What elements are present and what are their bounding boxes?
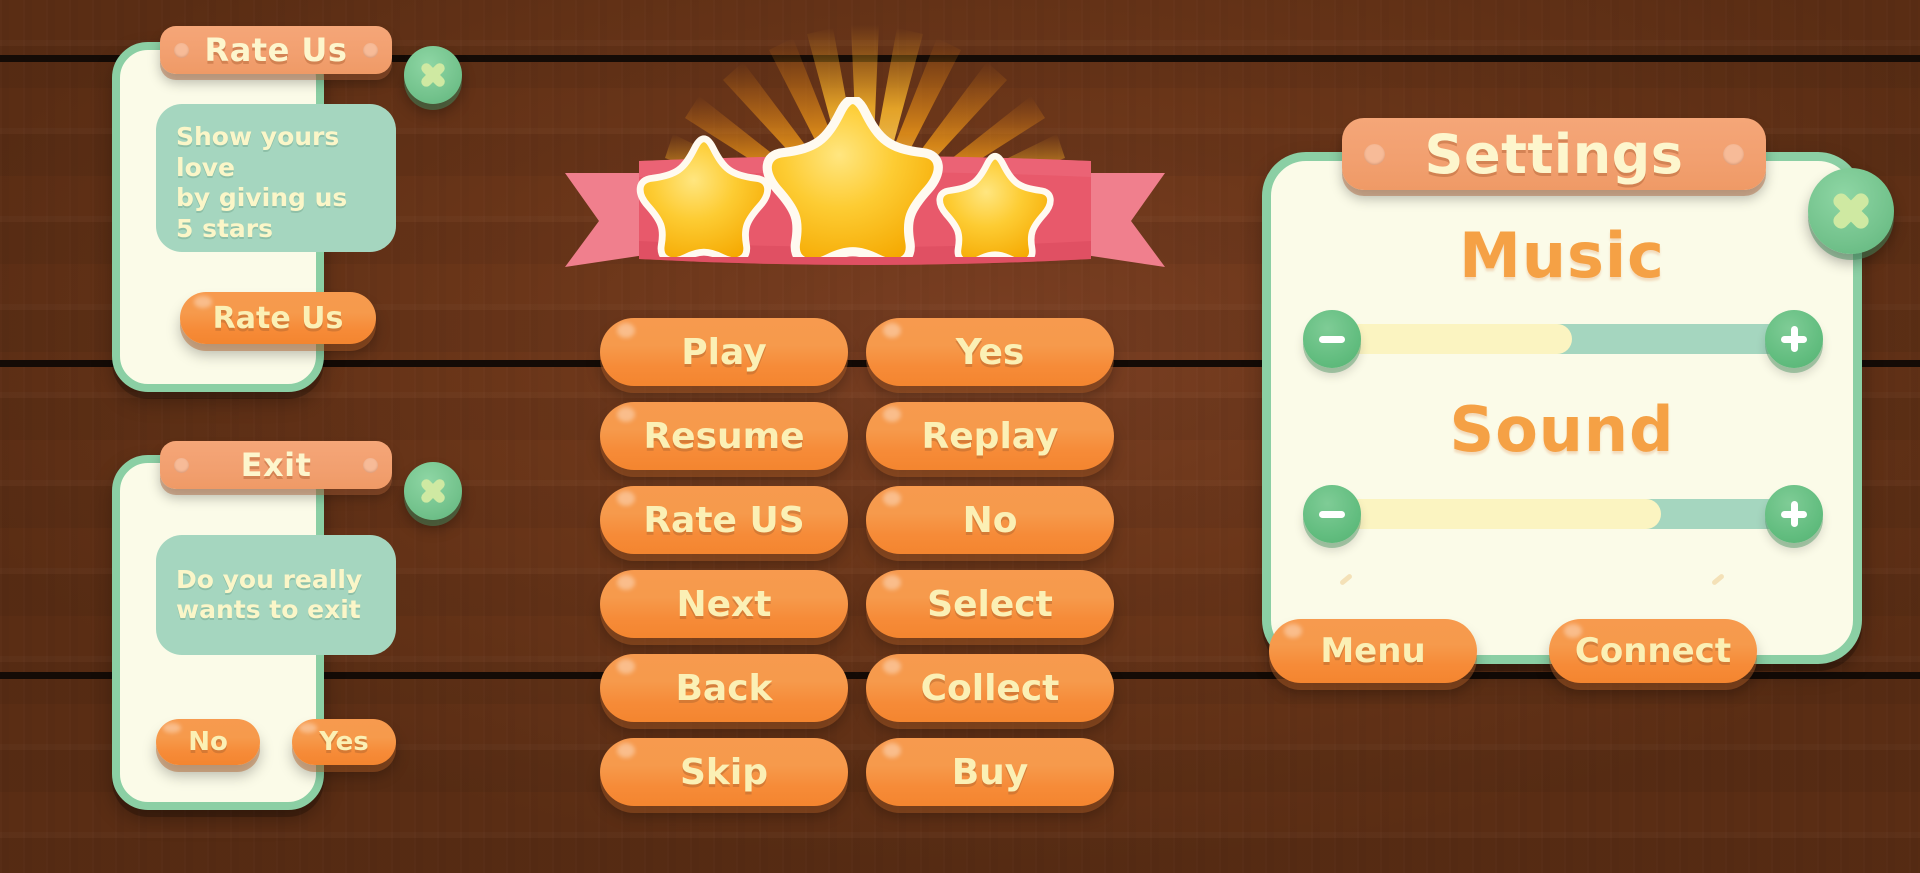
button-collect-label: Collect [920, 667, 1060, 709]
music-slider[interactable] [1303, 310, 1823, 368]
button-buy-label: Buy [951, 751, 1029, 793]
sound-increase-button[interactable] [1765, 485, 1823, 543]
rate-us-message-line-3: 5 stars [176, 213, 274, 243]
exit-title-plate: Exit [160, 441, 392, 489]
rate-us-action-button[interactable]: Rate Us [180, 292, 376, 344]
decorative-tick-right [1711, 573, 1725, 586]
button-no[interactable]: No [866, 486, 1114, 554]
rate-us-action-label: Rate Us [212, 300, 344, 336]
button-rate-us-label: Rate US [643, 499, 805, 541]
exit-yes-label: Yes [319, 727, 369, 757]
music-decrease-button[interactable] [1303, 310, 1361, 368]
settings-panel: Music Sound Menu Connect [1262, 152, 1862, 683]
button-back-label: Back [675, 667, 773, 709]
exit-message-line-2: wants to exit [176, 595, 361, 624]
close-x-icon [416, 58, 450, 92]
button-replay-label: Replay [921, 415, 1059, 457]
decorative-tick-left [1339, 573, 1353, 586]
settings-menu-button[interactable]: Menu [1269, 619, 1477, 683]
button-yes-label: Yes [955, 331, 1025, 373]
star-icon-1 [636, 135, 771, 257]
plate-rivet-left [174, 43, 189, 58]
settings-connect-label: Connect [1574, 631, 1732, 671]
exit-yes-button[interactable]: Yes [292, 719, 396, 765]
sound-slider-fill [1341, 499, 1661, 529]
sound-slider-track[interactable] [1341, 499, 1785, 529]
settings-close-button[interactable] [1808, 168, 1894, 254]
exit-message-line-1: Do you really [176, 564, 363, 594]
plate-rivet-right [363, 43, 378, 58]
close-x-icon [1826, 186, 1876, 236]
button-grid: Play Yes Resume Replay Rate US No Next S… [600, 318, 1114, 806]
exit-message: Do you really wants to exit [156, 535, 396, 655]
plus-icon-vertical [1790, 326, 1798, 352]
exit-title: Exit [240, 446, 312, 484]
plus-icon-vertical [1790, 501, 1798, 527]
exit-close-button[interactable] [404, 462, 462, 520]
button-yes[interactable]: Yes [866, 318, 1114, 386]
sound-decrease-button[interactable] [1303, 485, 1361, 543]
button-resume-label: Resume [643, 415, 805, 457]
settings-title-plate: Settings [1342, 118, 1766, 190]
settings-menu-label: Menu [1320, 631, 1426, 671]
rate-us-message-line-1: Show yours love [176, 122, 340, 182]
button-skip[interactable]: Skip [600, 738, 848, 806]
exit-no-label: No [188, 727, 228, 757]
minus-icon [1319, 510, 1345, 518]
star-rating-banner [565, 25, 1165, 290]
button-play-label: Play [681, 331, 767, 373]
game-ui-screen: Rate Us Show yours love by giving us 5 s… [0, 0, 1920, 873]
button-no-label: No [962, 499, 1018, 541]
music-slider-fill [1341, 324, 1572, 354]
settings-title: Settings [1424, 122, 1684, 186]
plate-rivet-right [363, 458, 378, 473]
rate-us-title-plate: Rate Us [160, 26, 392, 74]
music-slider-track[interactable] [1341, 324, 1785, 354]
star-icon-3 [936, 152, 1054, 257]
rate-us-title: Rate Us [204, 31, 348, 69]
button-back[interactable]: Back [600, 654, 848, 722]
settings-connect-button[interactable]: Connect [1549, 619, 1757, 683]
star-rating-icons [636, 97, 1054, 257]
plate-rivet-left [1364, 144, 1385, 165]
button-replay[interactable]: Replay [866, 402, 1114, 470]
button-resume[interactable]: Resume [600, 402, 848, 470]
button-collect[interactable]: Collect [866, 654, 1114, 722]
button-skip-label: Skip [680, 751, 768, 793]
plate-rivet-right [1723, 144, 1744, 165]
minus-icon [1319, 335, 1345, 343]
button-next-label: Next [676, 583, 772, 625]
star-icon-2 [762, 97, 943, 257]
exit-no-button[interactable]: No [156, 719, 260, 765]
sound-slider[interactable] [1303, 485, 1823, 543]
button-select[interactable]: Select [866, 570, 1114, 638]
music-increase-button[interactable] [1765, 310, 1823, 368]
button-play[interactable]: Play [600, 318, 848, 386]
rate-us-message: Show yours love by giving us 5 stars [156, 104, 396, 252]
button-next[interactable]: Next [600, 570, 848, 638]
sound-label: Sound [1449, 393, 1675, 466]
plate-rivet-left [174, 458, 189, 473]
close-x-icon [416, 474, 450, 508]
button-select-label: Select [927, 583, 1053, 625]
rate-us-close-button[interactable] [404, 46, 462, 104]
music-label: Music [1459, 219, 1665, 292]
button-buy[interactable]: Buy [866, 738, 1114, 806]
rate-us-message-line-2: by giving us [176, 183, 348, 212]
button-rate-us[interactable]: Rate US [600, 486, 848, 554]
